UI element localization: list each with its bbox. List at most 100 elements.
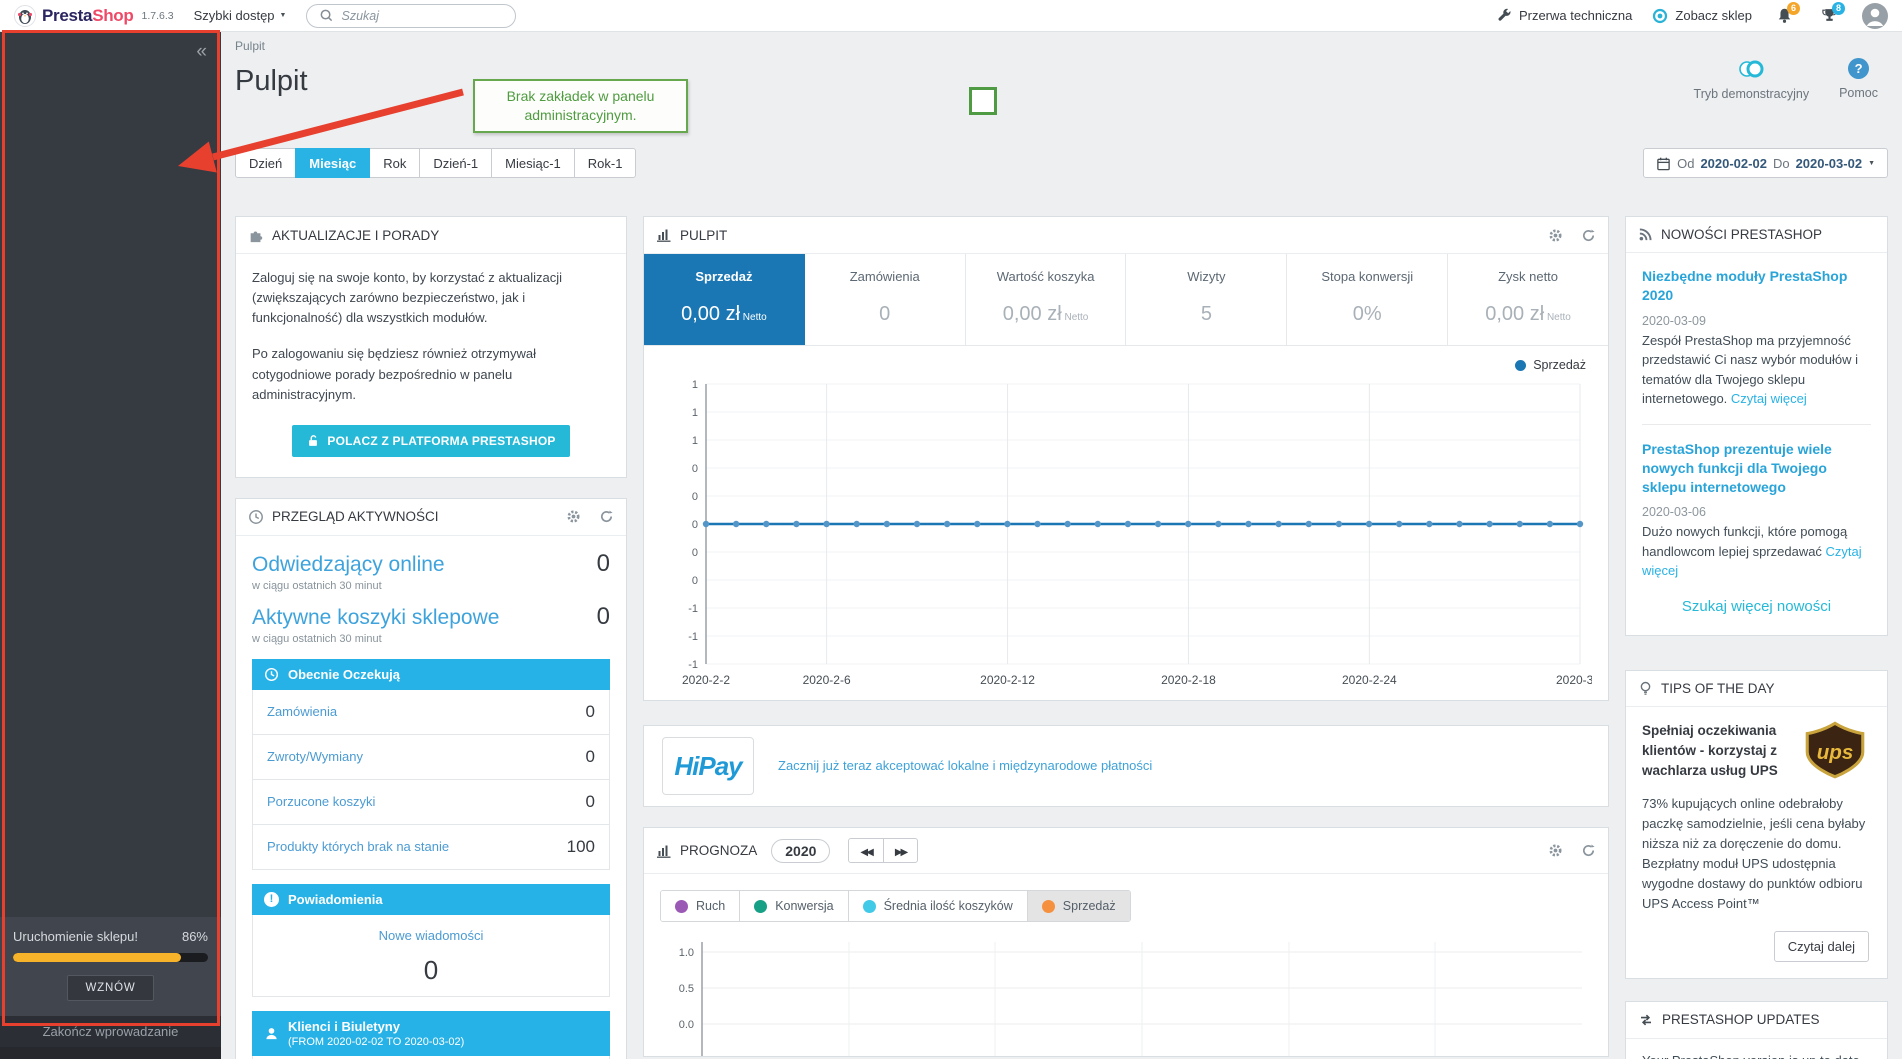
metric-label: Wartość koszyka [972,269,1120,284]
demo-mode-toggle[interactable]: Tryb demonstracyjny [1694,58,1810,101]
bell-badge: 6 [1787,2,1800,15]
read-more-link[interactable]: Czytaj więcej [1731,391,1807,406]
read-more-button[interactable]: Czytaj dalej [1774,931,1869,962]
resume-button[interactable]: WZNÓW [67,975,155,1001]
brand-text: PrestaShop [42,6,133,26]
eye-icon [1652,8,1668,24]
activity-stat-link[interactable]: Odwiedzający online [252,553,445,577]
metric-label: Zamówienia [811,269,959,284]
metric-zam-wienia[interactable]: Zamówienia 0 [805,254,966,345]
panel-refresh-button[interactable] [599,509,614,524]
metric-suffix: Netto [1062,312,1089,323]
legend-dot [754,900,767,913]
avatar[interactable] [1862,3,1888,29]
search-box[interactable] [306,4,516,28]
search-icon [319,8,334,23]
row-value: 0 [586,792,595,812]
metric-stopa-konwersji[interactable]: Stopa konwersji0% [1287,254,1448,345]
svg-text:2020-2-12: 2020-2-12 [980,673,1035,687]
panel-refresh-button[interactable] [1581,228,1596,243]
activity-stat-link[interactable]: Aktywne koszyki sklepowe [252,606,499,630]
svg-text:-1: -1 [688,631,698,643]
prestashop-logo[interactable]: PrestaShop 1.7.6.3 [14,5,174,27]
list-row-zwroty-wymiany: Zwroty/Wymiany 0 [253,735,609,780]
onboarding-progress-fill [13,953,181,962]
tip-text: 73% kupujących online odebrałoby paczkę … [1642,794,1871,915]
panel-settings-button[interactable] [1548,228,1563,243]
new-messages-count: 0 [263,955,599,986]
help-button[interactable]: ? Pomoc [1839,58,1878,101]
bar-chart-icon [656,227,672,243]
panel-title: TIPS OF THE DAY [1661,681,1775,696]
metric-suffix: Netto [740,312,767,323]
customers-banner: Klienci i Biuletyny (FROM 2020-02-02 TO … [252,1011,610,1056]
new-messages-link[interactable]: Nowe wiadomości [379,928,484,943]
finish-onboarding-link[interactable]: Zakończ wprowadzanie [0,1016,221,1047]
period-tab-rok[interactable]: Rok [369,148,420,178]
hipay-link[interactable]: Zacznij już teraz akceptować lokalne i m… [778,756,1152,776]
svg-text:1.0: 1.0 [679,947,694,959]
forecast-legend-konwersja[interactable]: Konwersja [740,891,848,921]
forecast-legend-rednia-ilo-koszyk-w[interactable]: Średnia ilość koszyków [849,891,1028,921]
notifications-bell[interactable]: 6 [1776,7,1793,24]
news-item: PrestaShop prezentuje wiele nowych funkc… [1642,440,1871,581]
svg-text:0.5: 0.5 [679,983,694,995]
metric-warto-koszyka[interactable]: Wartość koszyka0,00 zł Netto [966,254,1127,345]
gear-icon [1548,843,1563,858]
row-label-link[interactable]: Zwroty/Wymiany [267,749,363,764]
panel-settings-button[interactable] [566,509,581,524]
row-label-link[interactable]: Produkty których brak na stanie [267,839,449,854]
activity-stat-caption: w ciągu ostatnich 30 minut [252,580,610,592]
onboarding-title: Uruchomienie sklepu! [13,929,138,944]
period-tab-dzie-1[interactable]: Dzień-1 [419,148,492,178]
legend-dot [1515,360,1526,371]
news-items: Niezbędne moduły PrestaShop 20202020-03-… [1642,267,1871,581]
view-shop-link[interactable]: Zobacz sklep [1652,8,1752,24]
date-range-picker[interactable]: Od2020-02-02 Do2020-03-02 ▼ [1643,148,1888,178]
period-tab-rok-1[interactable]: Rok-1 [574,148,637,178]
legend-label: Sprzedaż [1063,899,1116,913]
metric-wizyty[interactable]: Wizyty5 [1126,254,1287,345]
onboarding-percent: 86% [182,929,208,944]
period-tab-miesi-c[interactable]: Miesiąc [295,148,370,178]
version-label: 1.7.6.3 [141,10,173,22]
forecast-next-button[interactable]: ▶▶ [883,838,918,863]
metric-sprzeda[interactable]: Sprzedaż0,00 zł Netto [644,254,805,345]
period-tab-dzie[interactable]: Dzień [235,148,296,178]
row-label-link[interactable]: Porzucone koszyki [267,794,375,809]
forecast-legend-ruch[interactable]: Ruch [661,891,740,921]
forecast-legend-sprzeda[interactable]: Sprzedaż [1028,891,1130,921]
forecast-prev-button[interactable]: ◀◀ [848,838,883,863]
panel-tips-of-the-day: TIPS OF THE DAY ups Spełniaj oczekiwania… [1625,670,1888,979]
annotation-green-square [969,87,997,115]
svg-text:ups: ups [1817,741,1854,764]
row-value: 0 [586,747,595,767]
maintenance-link[interactable]: Przerwa techniczna [1497,8,1632,23]
panel-hipay-banner[interactable]: HiPay Zacznij już teraz akceptować lokal… [643,725,1609,807]
clock-icon [248,509,264,525]
news-item-title-link[interactable]: Niezbędne moduły PrestaShop 2020 [1642,267,1871,305]
read-more-link[interactable]: Czytaj więcej [1642,544,1862,579]
unlock-icon [306,434,320,448]
quick-access-dropdown[interactable]: Szybki dostęp▼ [194,8,287,23]
panel-title: NOWOŚCI PRESTASHOP [1661,227,1822,242]
news-item-title-link[interactable]: PrestaShop prezentuje wiele nowych funkc… [1642,440,1871,497]
list-row-produkty-kt-rych-brak-na-stanie: Produkty których brak na stanie100 [253,825,609,869]
metric-zysk-netto[interactable]: Zysk netto0,00 zł Netto [1448,254,1608,345]
panel-refresh-button[interactable] [1581,843,1596,858]
search-more-news-link[interactable]: Szukaj więcej nowości [1642,598,1871,615]
period-tab-miesi-c-1[interactable]: Miesiąc-1 [491,148,575,178]
connect-prestashop-button[interactable]: POLACZ Z PLATFORMA PRESTASHOP [292,425,569,457]
search-input[interactable] [341,9,481,23]
panel-title: PROGNOZA [680,843,757,858]
metric-value: 0 [811,303,959,326]
panel-title: PULPIT [680,228,727,243]
sidebar-collapse-button[interactable]: « [196,42,207,61]
activity-stat-odwiedzaj-cy-online: Odwiedzający online0 [252,550,610,578]
legend-label: Średnia ilość koszyków [884,899,1013,913]
row-label-link[interactable]: Zamówienia [267,704,337,719]
achievements-trophy[interactable]: 8 [1821,7,1838,24]
svg-text:2020-3-2: 2020-3-2 [1556,673,1592,687]
panel-settings-button[interactable] [1548,843,1563,858]
legend-label: Konwersja [775,899,833,913]
